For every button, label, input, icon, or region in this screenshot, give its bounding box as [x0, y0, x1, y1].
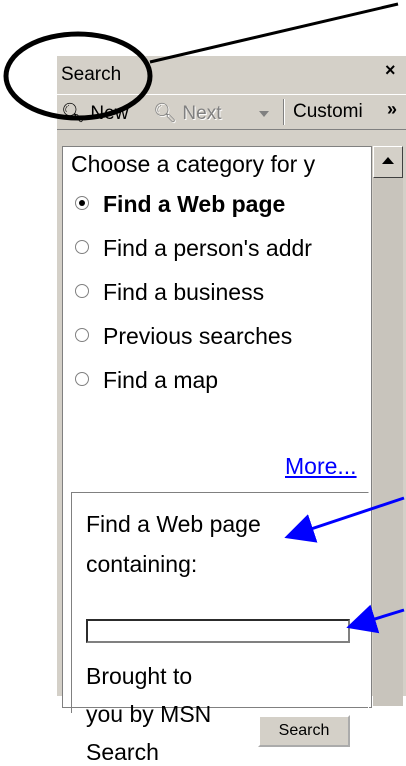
search-button[interactable]: Search — [258, 715, 350, 747]
brought-by-line3: Search — [86, 739, 159, 765]
annotation-overlay — [3, 2, 405, 634]
input-arrow — [284, 496, 405, 543]
callout-pointer-line — [149, 2, 399, 64]
callout-ellipse — [3, 31, 153, 121]
brought-by-line2: you by MSN — [86, 701, 212, 727]
button-arrow — [346, 604, 405, 634]
